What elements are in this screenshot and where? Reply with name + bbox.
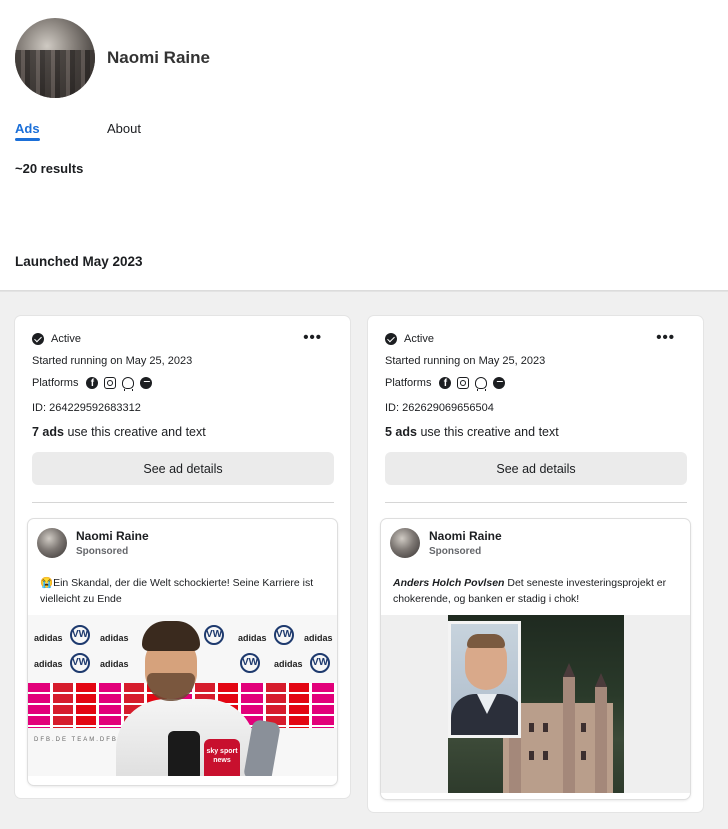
uses-count: 5 ads — [385, 425, 417, 439]
more-options-icon[interactable]: ••• — [303, 330, 322, 345]
post-highlight: Anders Holch Povlsen — [393, 577, 505, 589]
post-text: 😭Ein Skandal, der die Welt schockierte! … — [40, 575, 330, 607]
ad-preview[interactable]: Naomi Raine Sponsored 😭Ein Skandal, der … — [28, 519, 337, 785]
instagram-icon — [457, 377, 470, 389]
avatar-crowd-photo — [15, 50, 95, 98]
see-ad-details-button[interactable]: See ad details — [385, 452, 687, 485]
uses-count: 7 ads — [32, 425, 64, 439]
messenger-icon — [493, 377, 506, 389]
tab-about[interactable]: About — [107, 121, 141, 136]
ad-preview[interactable]: Naomi Raine Sponsored Anders Holch Povls… — [381, 519, 690, 799]
post-text: Anders Holch Povlsen Det seneste investe… — [393, 575, 683, 607]
card-divider — [32, 502, 334, 503]
sponsored-label: Sponsored — [76, 546, 129, 557]
adidas-logo: adidas — [304, 633, 333, 643]
post-author[interactable]: Naomi Raine — [429, 529, 502, 543]
check-circle-icon — [385, 333, 397, 345]
adidas-logo: adidas — [34, 633, 63, 643]
facebook-icon: f — [439, 377, 452, 389]
adidas-logo: adidas — [34, 659, 63, 669]
check-circle-icon — [32, 333, 44, 345]
ad-status: Active — [385, 333, 434, 345]
creative-uses: 5 ads use this creative and text — [385, 425, 559, 439]
post-avatar[interactable] — [37, 528, 67, 558]
ad-image[interactable] — [381, 615, 690, 793]
page-avatar[interactable] — [15, 18, 95, 98]
microphone — [168, 731, 200, 776]
page-name[interactable]: Naomi Raine — [107, 48, 210, 68]
post-body: Ein Skandal, der die Welt schockierte! S… — [40, 577, 314, 605]
uses-text: use this creative and text — [416, 425, 559, 439]
ad-id: ID: 264229592683312 — [32, 402, 141, 414]
instagram-icon — [104, 377, 117, 389]
tab-ads[interactable]: Ads — [15, 121, 40, 141]
vw-logo: VW — [310, 653, 330, 673]
vw-logo: VW — [70, 625, 90, 645]
facebook-icon: f — [86, 377, 99, 389]
player-photo: sky sport news — [116, 621, 281, 776]
post-avatar[interactable] — [390, 528, 420, 558]
more-options-icon[interactable]: ••• — [656, 330, 675, 345]
ad-image[interactable]: adidas VW adidas VW adidas VW adidas adi… — [28, 615, 337, 776]
started-running: Started running on May 25, 2023 — [32, 355, 193, 367]
messenger-icon — [140, 377, 153, 389]
adidas-logo: adidas — [274, 659, 303, 669]
platforms-row: Platforms f — [385, 377, 506, 391]
uses-text: use this creative and text — [63, 425, 206, 439]
platforms-label: Platforms — [385, 377, 432, 389]
crying-emoji-icon: 😭 — [40, 577, 54, 589]
vw-logo: VW — [274, 625, 294, 645]
status-label: Active — [404, 333, 434, 345]
status-label: Active — [51, 333, 81, 345]
post-author[interactable]: Naomi Raine — [76, 529, 149, 543]
sponsored-label: Sponsored — [429, 546, 482, 557]
results-count: ~20 results — [15, 161, 84, 176]
audience-network-icon — [122, 377, 135, 391]
platforms-label: Platforms — [32, 377, 79, 389]
section-title: Launched May 2023 — [15, 254, 143, 269]
creative-uses: 7 ads use this creative and text — [32, 425, 206, 439]
ad-id: ID: 262629069656504 — [385, 402, 494, 414]
started-running: Started running on May 25, 2023 — [385, 355, 546, 367]
ad-card: Active ••• Started running on May 25, 20… — [15, 316, 350, 798]
portrait-photo — [448, 621, 521, 738]
see-ad-details-button[interactable]: See ad details — [32, 452, 334, 485]
microphone: sky sport news — [204, 739, 240, 776]
audience-network-icon — [475, 377, 488, 391]
card-divider — [385, 502, 687, 503]
vw-logo: VW — [70, 653, 90, 673]
ad-status: Active — [32, 333, 81, 345]
page-header: Naomi Raine Ads About ~20 results Launch… — [0, 0, 728, 292]
platforms-row: Platforms f — [32, 377, 153, 391]
ad-card: Active ••• Started running on May 25, 20… — [368, 316, 703, 812]
